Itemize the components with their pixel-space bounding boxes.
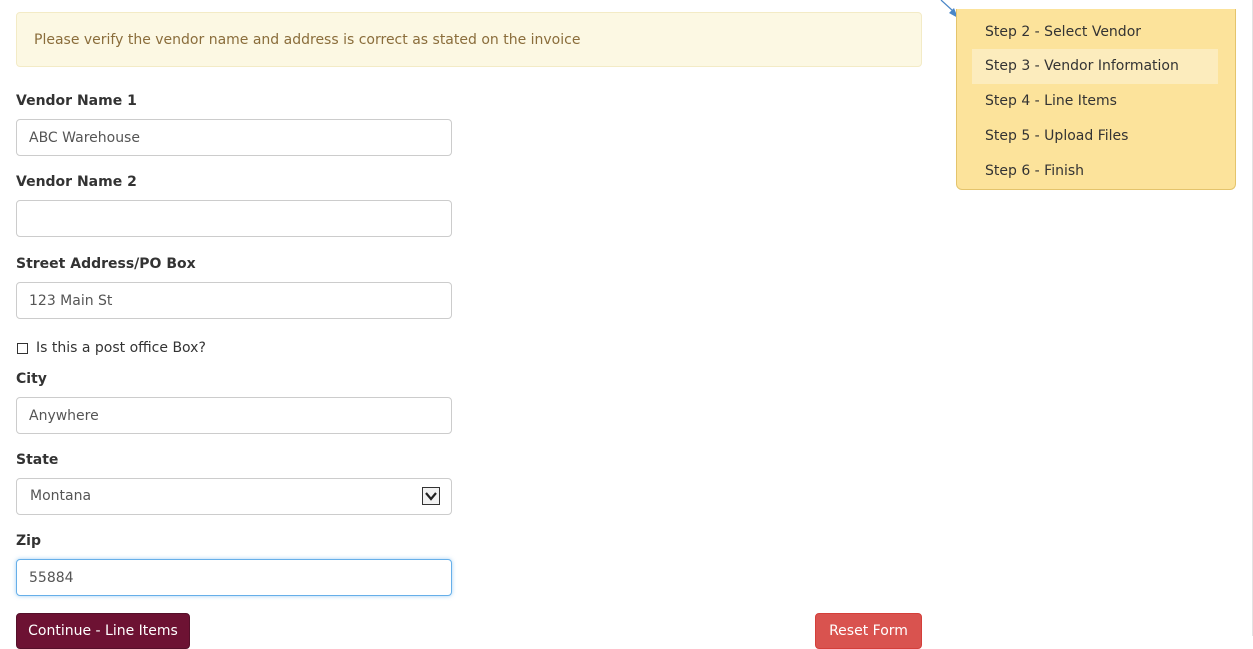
state-select-value: Montana: [30, 488, 92, 504]
step-line-items[interactable]: Step 4 - Line Items: [972, 84, 1218, 119]
vendor-name-2-label: Vendor Name 2: [16, 174, 137, 190]
wizard-steps-panel: Step 2 - Select Vendor Step 3 - Vendor I…: [956, 9, 1236, 190]
zip-label: Zip: [16, 533, 41, 549]
city-input[interactable]: [16, 397, 452, 434]
verify-alert: Please verify the vendor name and addres…: [16, 12, 922, 67]
zip-input[interactable]: [16, 559, 452, 596]
step-upload-files[interactable]: Step 5 - Upload Files: [972, 119, 1218, 154]
city-label: City: [16, 371, 47, 387]
step-vendor-information[interactable]: Step 3 - Vendor Information: [972, 49, 1218, 84]
po-box-checkbox-label: Is this a post office Box?: [36, 340, 206, 356]
vendor-name-2-input[interactable]: [16, 200, 452, 237]
step-finish[interactable]: Step 6 - Finish: [972, 154, 1218, 189]
vendor-name-1-input[interactable]: [16, 119, 452, 156]
street-address-input[interactable]: [16, 282, 452, 319]
reset-form-button[interactable]: Reset Form: [815, 613, 922, 649]
step-select-vendor[interactable]: Step 2 - Select Vendor: [972, 15, 1218, 50]
state-label: State: [16, 452, 59, 468]
state-select[interactable]: Montana: [16, 478, 452, 515]
po-box-checkbox-row[interactable]: Is this a post office Box?: [16, 339, 206, 357]
chevron-down-icon[interactable]: [422, 487, 440, 505]
street-address-label: Street Address/PO Box: [16, 256, 196, 272]
continue-line-items-button[interactable]: Continue - Line Items: [16, 613, 190, 649]
vendor-name-1-label: Vendor Name 1: [16, 93, 137, 109]
po-box-checkbox[interactable]: [17, 342, 28, 354]
